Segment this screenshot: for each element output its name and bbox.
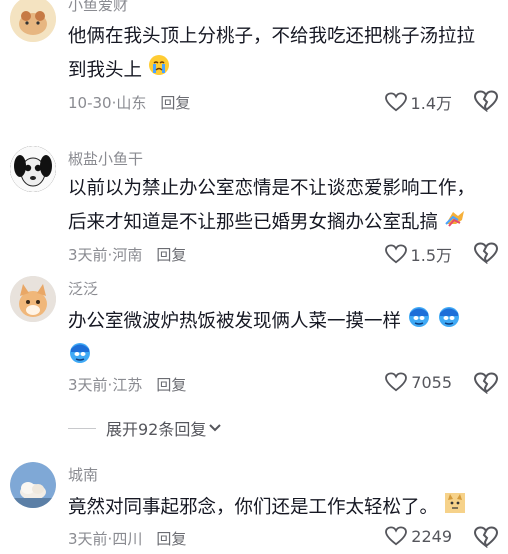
- divider-line: [68, 427, 96, 429]
- heart-outline-icon: [385, 372, 408, 392]
- comment-meta: 3天前·江苏 回复: [68, 374, 186, 395]
- comment-text-line-content: 后来才知道是不让那些已婚男女搁办公室乱搞: [68, 212, 439, 233]
- like-button[interactable]: 1.4万: [384, 90, 452, 114]
- broken-heart-icon[interactable]: [474, 90, 498, 112]
- comment-text-line: 办公室微波炉热饭被发现俩人菜一摸一样: [68, 304, 498, 340]
- sweating-face-icon: [68, 340, 92, 376]
- comment-location: 河南: [112, 246, 143, 264]
- reply-button[interactable]: 回复: [156, 376, 186, 394]
- expand-replies-label: 展开92条回复: [106, 420, 207, 439]
- comment-meta: 10-30·山东 回复: [68, 92, 190, 113]
- comment-location: 山东: [116, 94, 147, 112]
- comment-text-line-content: 办公室微波炉热饭被发现俩人菜一摸一样: [68, 311, 402, 332]
- like-count: 2249: [411, 526, 452, 546]
- comment-meta: 3天前·四川 回复: [68, 528, 186, 549]
- comment-text: 办公室微波炉热饭被发现俩人菜一摸一样: [68, 304, 498, 376]
- comment-location: 江苏: [112, 376, 143, 394]
- heart-outline-icon: [384, 244, 407, 264]
- reply-button[interactable]: 回复: [156, 246, 186, 264]
- chevron-down-icon: [209, 424, 222, 432]
- comment-text-line: 他俩在我头顶上分桃子，不给我吃还把桃子汤拉拉: [68, 26, 476, 47]
- crying-face-icon: [148, 54, 170, 88]
- reply-button[interactable]: 回复: [156, 530, 186, 548]
- heart-outline-icon: [385, 526, 408, 546]
- comment-date: 3天前: [68, 246, 108, 264]
- comment-date: 3天前: [68, 376, 108, 394]
- cat-sticker-icon: [444, 490, 466, 526]
- broken-heart-icon[interactable]: [474, 372, 498, 394]
- comment-text-line: 以前以为禁止办公室恋情是不让谈恋爱影响工作，: [68, 178, 476, 199]
- comment-text-line-2: 到我头上: [68, 54, 498, 88]
- broken-heart-icon[interactable]: [474, 526, 498, 548]
- like-button[interactable]: 1.5万: [384, 242, 452, 266]
- broken-heart-icon[interactable]: [474, 242, 498, 264]
- comment-text-line-2: 后来才知道是不让那些已婚男女搁办公室乱搞: [68, 206, 498, 240]
- comment-text-line-content: 到我头上: [68, 60, 143, 81]
- like-button[interactable]: 2249: [385, 526, 452, 546]
- sweating-face-icon: [437, 304, 461, 340]
- like-button[interactable]: 7055: [385, 372, 452, 392]
- avatar[interactable]: [10, 146, 56, 192]
- comment-username[interactable]: 椒盐小鱼干: [68, 148, 143, 169]
- heart-outline-icon: [384, 92, 407, 112]
- sweating-face-icon: [407, 304, 431, 340]
- comment-location: 四川: [112, 530, 143, 548]
- comment-username[interactable]: 小鱼爱财: [68, 0, 128, 15]
- comment-text: 以前以为禁止办公室恋情是不让谈恋爱影响工作， 后来才知道是不让那些已婚男女搁办公…: [68, 172, 498, 240]
- like-count: 1.4万: [410, 94, 452, 113]
- comment-date: 3天前: [68, 530, 108, 548]
- expand-replies-button[interactable]: 展开92条回复: [68, 416, 222, 440]
- like-count: 1.5万: [410, 246, 452, 265]
- comment-username[interactable]: 城南: [68, 464, 98, 485]
- comment-meta: 3天前·河南 回复: [68, 244, 186, 265]
- comment-text-line-content: 竟然对同事起邪念，你们还是工作太轻松了。: [68, 497, 439, 518]
- comment-text-line: 竟然对同事起邪念，你们还是工作太轻松了。: [68, 490, 498, 526]
- comment-text: 竟然对同事起邪念，你们还是工作太轻松了。: [68, 490, 498, 526]
- like-count: 7055: [411, 372, 452, 392]
- avatar[interactable]: [10, 462, 56, 508]
- avatar[interactable]: [10, 276, 56, 322]
- reply-button[interactable]: 回复: [160, 94, 190, 112]
- comment-date: 10-30: [68, 94, 112, 112]
- rainbow-horse-icon: [444, 206, 466, 240]
- avatar[interactable]: [10, 0, 56, 42]
- comment-text-line-2: [68, 340, 498, 376]
- comment-username[interactable]: 泛泛: [68, 278, 98, 299]
- comment-text: 他俩在我头顶上分桃子，不给我吃还把桃子汤拉拉 到我头上: [68, 20, 498, 88]
